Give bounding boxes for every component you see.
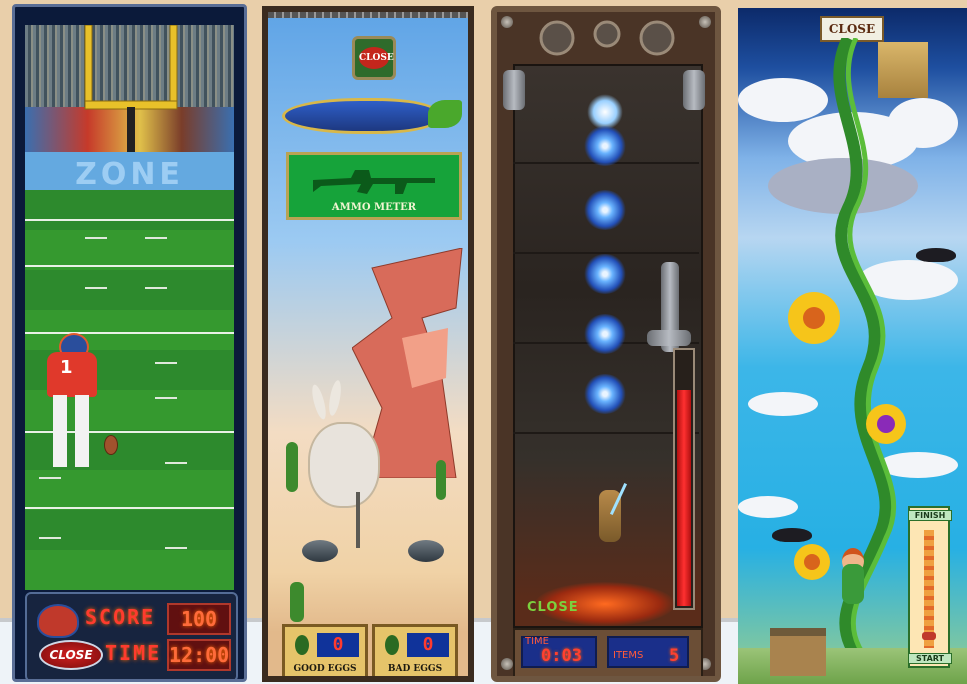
hash-mark xyxy=(39,477,61,479)
good-eggs-counter: 0 GOOD EGGS xyxy=(282,624,368,676)
hash-mark xyxy=(165,547,187,549)
flower-icon xyxy=(788,292,840,344)
goal-post-icon xyxy=(84,25,178,163)
rabbit-ear xyxy=(326,379,344,417)
player-legs xyxy=(53,395,89,467)
ammo-meter-label: AMMO METER xyxy=(331,202,417,213)
close-button[interactable]: CLOSE xyxy=(39,640,103,670)
hash-mark xyxy=(85,237,107,239)
items-label: ITEMS xyxy=(613,650,644,661)
close-button-label: CLOSE xyxy=(359,47,394,69)
steampunk-game-panel: CLOSE TIME 0:03 ITEMS 5 xyxy=(491,6,721,682)
bolt xyxy=(501,658,513,670)
carrot-icon xyxy=(282,98,438,134)
helmet-icon xyxy=(37,604,79,638)
climb-progress-track xyxy=(924,530,934,648)
good-eggs-label: GOOD EGGS xyxy=(293,664,357,674)
flower-icon xyxy=(866,404,906,444)
cactus xyxy=(290,582,304,622)
time-value: 12:00 xyxy=(167,639,231,671)
yard-line xyxy=(25,332,234,334)
cactus xyxy=(286,442,298,492)
yard-line xyxy=(25,507,234,509)
barbed-wire-frame xyxy=(268,12,468,18)
desert-game-panel: CLOSE AMMO METER 0 GOOD EGGS 0 BAD EGGS xyxy=(262,6,474,682)
energy-meter xyxy=(673,348,695,610)
pogo-stick xyxy=(356,492,360,548)
pipe xyxy=(683,70,705,110)
close-button[interactable]: CLOSE xyxy=(527,600,579,615)
rifle-icon xyxy=(313,170,435,194)
rabbit-ear xyxy=(309,383,329,421)
egg-icon xyxy=(385,635,399,655)
electric-spark xyxy=(587,94,623,130)
football-game-panel: ZONE 1 CLOSE SCORE 100 TIME 12:00 xyxy=(12,4,247,682)
hash-mark xyxy=(155,397,177,399)
energy-orb[interactable] xyxy=(583,126,627,166)
flower-icon xyxy=(794,544,830,580)
bad-eggs-label: BAD EGGS xyxy=(387,664,443,674)
energy-orb[interactable] xyxy=(583,374,627,414)
finish-label: FINISH xyxy=(908,510,952,521)
energy-meter-fill xyxy=(677,390,691,606)
crow-icon[interactable] xyxy=(772,528,812,542)
rabbit-player[interactable] xyxy=(308,422,380,508)
cactus xyxy=(436,460,446,500)
time-label: TIME xyxy=(105,641,162,665)
pipe xyxy=(503,70,525,110)
energy-orb[interactable] xyxy=(583,314,627,354)
jack-player[interactable] xyxy=(842,564,864,604)
egg-icon xyxy=(295,635,309,655)
bad-eggs-count: 0 xyxy=(407,633,449,657)
hash-mark xyxy=(85,287,107,289)
panel-seam xyxy=(513,432,699,434)
bolt xyxy=(699,16,711,28)
bolt xyxy=(501,16,513,28)
time-value: 0:03 xyxy=(541,646,582,666)
cloud xyxy=(738,496,798,518)
yard-line xyxy=(25,219,234,221)
carrot-leaf xyxy=(428,100,462,128)
start-label: START xyxy=(908,653,952,664)
good-eggs-count: 0 xyxy=(317,633,359,657)
barn xyxy=(770,628,826,676)
score-value: 100 xyxy=(167,603,231,635)
egg-icon[interactable] xyxy=(302,540,338,562)
climb-progress-marker xyxy=(922,632,936,640)
items-value: 5 xyxy=(669,646,680,666)
beanstalk-game-panel: CLOSE FINISH START xyxy=(738,8,967,684)
energy-orb[interactable] xyxy=(583,190,627,230)
hash-mark xyxy=(145,287,167,289)
crow-icon[interactable] xyxy=(916,248,956,262)
machine-top-gears-icon xyxy=(539,20,675,56)
pipe xyxy=(647,330,691,346)
bad-eggs-counter: 0 BAD EGGS xyxy=(372,624,458,676)
score-label: SCORE xyxy=(85,605,156,629)
hash-mark xyxy=(145,237,167,239)
close-button[interactable]: CLOSE xyxy=(352,36,396,80)
ammo-meter: AMMO METER xyxy=(286,152,462,220)
climb-progress-meter: FINISH START xyxy=(908,506,952,668)
egg-icon[interactable] xyxy=(408,540,444,562)
hash-mark xyxy=(39,537,61,539)
energy-orb[interactable] xyxy=(583,254,627,294)
hash-mark xyxy=(165,462,187,464)
hash-mark xyxy=(155,362,177,364)
end-zone-text: ZONE xyxy=(75,157,184,192)
jersey-number: 1 xyxy=(60,357,73,378)
yard-line xyxy=(25,265,234,267)
football-icon[interactable] xyxy=(104,435,118,455)
end-zone: ZONE xyxy=(25,152,234,192)
